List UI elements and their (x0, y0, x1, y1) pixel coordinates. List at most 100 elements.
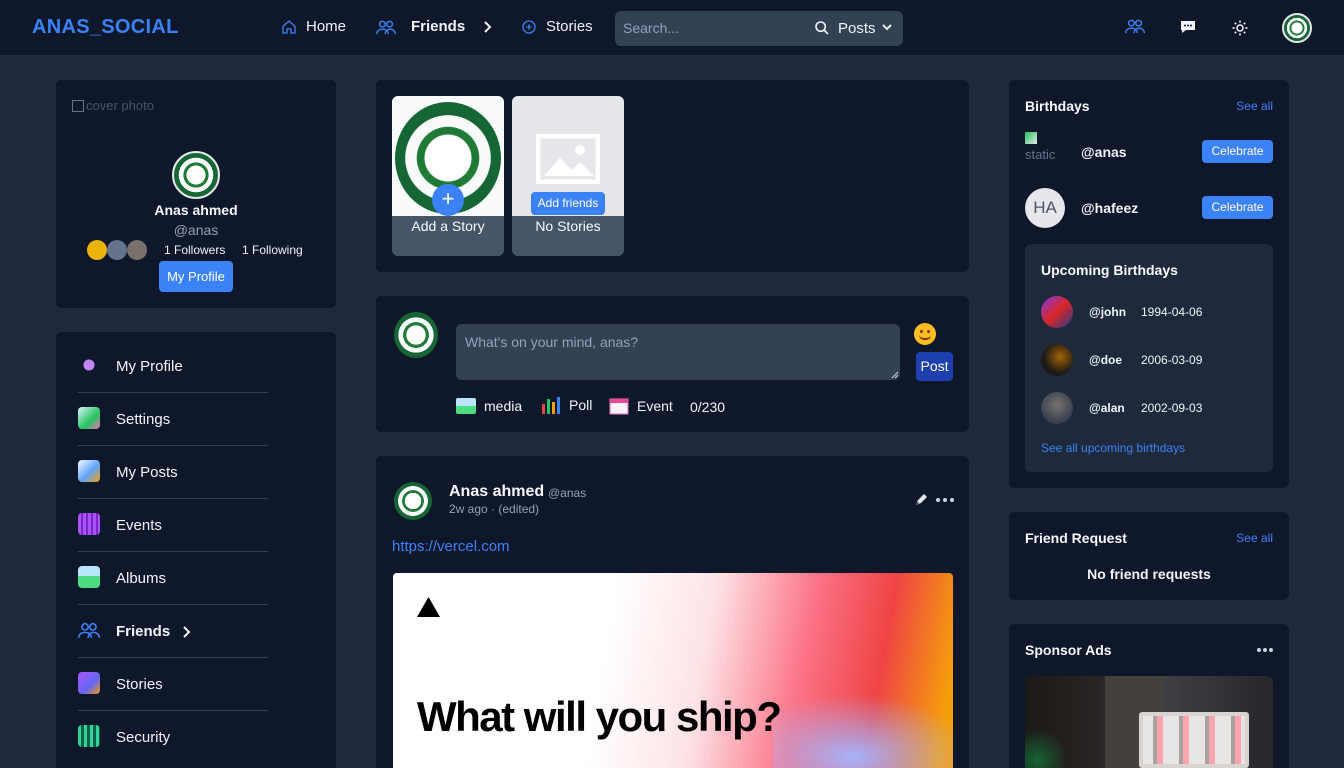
event-option[interactable]: Event (609, 397, 673, 415)
chevron-down-icon (882, 24, 892, 31)
user-avatar[interactable] (1282, 13, 1312, 43)
image-gradient-blob (773, 693, 953, 768)
poll-label: Poll (569, 397, 593, 413)
stories-icon (522, 19, 536, 34)
sidebar-item-my-profile[interactable]: My Profile (78, 340, 268, 393)
add-friends-button[interactable]: Add friends (531, 192, 605, 215)
cover-photo: cover photo (72, 98, 154, 113)
more-options-icon[interactable] (936, 498, 954, 502)
nav-friends-label: Friends (411, 18, 466, 35)
post-button[interactable]: Post (916, 352, 953, 381)
sidebar-item-label: Friends (116, 623, 171, 640)
friend-request-card: Friend Request See all No friend request… (1009, 512, 1289, 600)
post-textarea[interactable]: What's on your mind, anas? (456, 324, 900, 380)
upcoming-birthdays-title: Upcoming Birthdays (1041, 262, 1178, 278)
media-option[interactable]: media (456, 398, 522, 414)
see-all-upcoming-link[interactable]: See all upcoming birthdays (1041, 441, 1185, 455)
brand-logo[interactable]: ANAS_SOCIAL (32, 16, 179, 39)
profile-handle: @anas (173, 222, 219, 238)
upcoming-birthday-row[interactable]: @doe 2006-03-09 (1041, 344, 1289, 384)
sponsor-ad-image[interactable] (1025, 676, 1273, 768)
birthday-handle[interactable]: @anas (1081, 144, 1127, 160)
profile-avatar[interactable] (172, 151, 220, 199)
friend-request-empty: No friend requests (1087, 566, 1211, 582)
friends-icon[interactable] (1125, 18, 1145, 34)
chevron-right-icon (484, 20, 492, 33)
calendar-icon (78, 513, 100, 535)
upcoming-birthday-row[interactable]: @alan 2002-09-03 (1041, 392, 1289, 432)
chat-icon[interactable] (1180, 20, 1196, 34)
upcoming-birthday-row[interactable]: @john 1994-04-06 (1041, 296, 1289, 336)
sidebar-item-events[interactable]: Events (78, 499, 268, 552)
no-stories-label: No Stories (535, 218, 601, 234)
birthday-handle[interactable]: @hafeez (1081, 200, 1138, 216)
post-image[interactable]: What will you ship? (393, 573, 953, 768)
cover-photo-alt: cover photo (86, 98, 154, 113)
celebrate-button[interactable]: Celebrate (1202, 140, 1273, 163)
search-input[interactable]: Search... (623, 20, 679, 36)
media-icon (456, 398, 476, 414)
more-options-icon[interactable] (1257, 648, 1273, 652)
post-author-name[interactable]: Anas ahmed (449, 483, 544, 501)
security-icon (78, 725, 100, 747)
friend-request-see-all-link[interactable]: See all (1236, 531, 1273, 545)
friend-request-title: Friend Request (1025, 530, 1127, 546)
calendar-icon (609, 398, 629, 415)
sidebar-item-my-posts[interactable]: My Posts (78, 446, 268, 499)
profile-name: Anas ahmed (154, 202, 238, 218)
sidebar-item-label: Settings (116, 411, 171, 428)
friends-icon (376, 20, 396, 34)
nav-friends[interactable]: Friends (376, 18, 492, 35)
post-card: Anas ahmed @anas 2w ago · (edited) https… (376, 456, 969, 768)
nav-stories[interactable]: Stories (521, 18, 593, 35)
celebrate-button[interactable]: Celebrate (1202, 196, 1273, 219)
birthdays-see-all-link[interactable]: See all (1236, 99, 1273, 113)
search-filter-select[interactable]: Posts (838, 20, 876, 37)
nav-home[interactable]: Home (281, 18, 346, 35)
followers-count[interactable]: 1 Followers (164, 243, 225, 257)
stories-card: + Add a Story Add friends No Stories (376, 80, 969, 272)
resize-handle-icon[interactable] (891, 371, 899, 379)
sidebar-item-security[interactable]: Security (78, 711, 268, 764)
my-profile-button[interactable]: My Profile (159, 261, 233, 292)
sidebar-item-friends[interactable]: Friends (78, 605, 268, 658)
sidebar-item-stories[interactable]: Stories (78, 658, 268, 711)
add-story-label: Add a Story (411, 218, 485, 234)
sponsor-ads-card: Sponsor Ads (1009, 624, 1289, 768)
image-placeholder-icon (536, 134, 600, 184)
ad-plant-shape (1025, 726, 1065, 768)
upcoming-avatar (1041, 392, 1073, 424)
search-bar: Search... Posts (615, 11, 903, 46)
emoji-icon[interactable] (914, 323, 936, 345)
sun-icon[interactable] (1231, 19, 1249, 37)
add-story-button[interactable]: + (432, 184, 464, 216)
follower-avatar (127, 240, 147, 260)
post-composer: What's on your mind, anas? Post media Po… (376, 296, 969, 432)
post-author-handle: @anas (548, 486, 587, 500)
add-story-tile[interactable]: + Add a Story (392, 96, 504, 256)
upcoming-handle: @john (1089, 305, 1127, 319)
sidebar-item-label: Stories (116, 676, 163, 693)
upcoming-date: 2002-09-03 (1141, 401, 1203, 415)
sidebar-item-albums[interactable]: Albums (78, 552, 268, 605)
post-link[interactable]: https://vercel.com (392, 538, 510, 555)
composer-avatar (394, 312, 438, 358)
upcoming-handle: @alan (1089, 401, 1125, 415)
sidebar-item-label: Albums (116, 570, 167, 587)
sidebar-item-settings[interactable]: Settings (78, 393, 268, 446)
media-label: media (484, 398, 523, 414)
sponsor-title: Sponsor Ads (1025, 642, 1112, 658)
top-navbar: ANAS_SOCIAL Home Friends Stories Search.… (0, 0, 1344, 56)
birthdays-card: Birthdays See all static @anas Celebrate… (1009, 80, 1289, 488)
search-icon[interactable] (814, 20, 830, 36)
follower-avatars (87, 240, 149, 260)
poll-option[interactable]: Poll (541, 396, 592, 414)
sidebar-item-label: Security (116, 729, 171, 746)
following-count[interactable]: 1 Following (242, 243, 303, 257)
alien-icon (78, 354, 100, 376)
birthdays-title: Birthdays (1025, 98, 1090, 114)
edit-icon[interactable] (915, 494, 927, 506)
character-counter: 0/230 (690, 399, 726, 415)
post-author-avatar[interactable] (394, 482, 432, 520)
upcoming-avatar (1041, 344, 1073, 376)
